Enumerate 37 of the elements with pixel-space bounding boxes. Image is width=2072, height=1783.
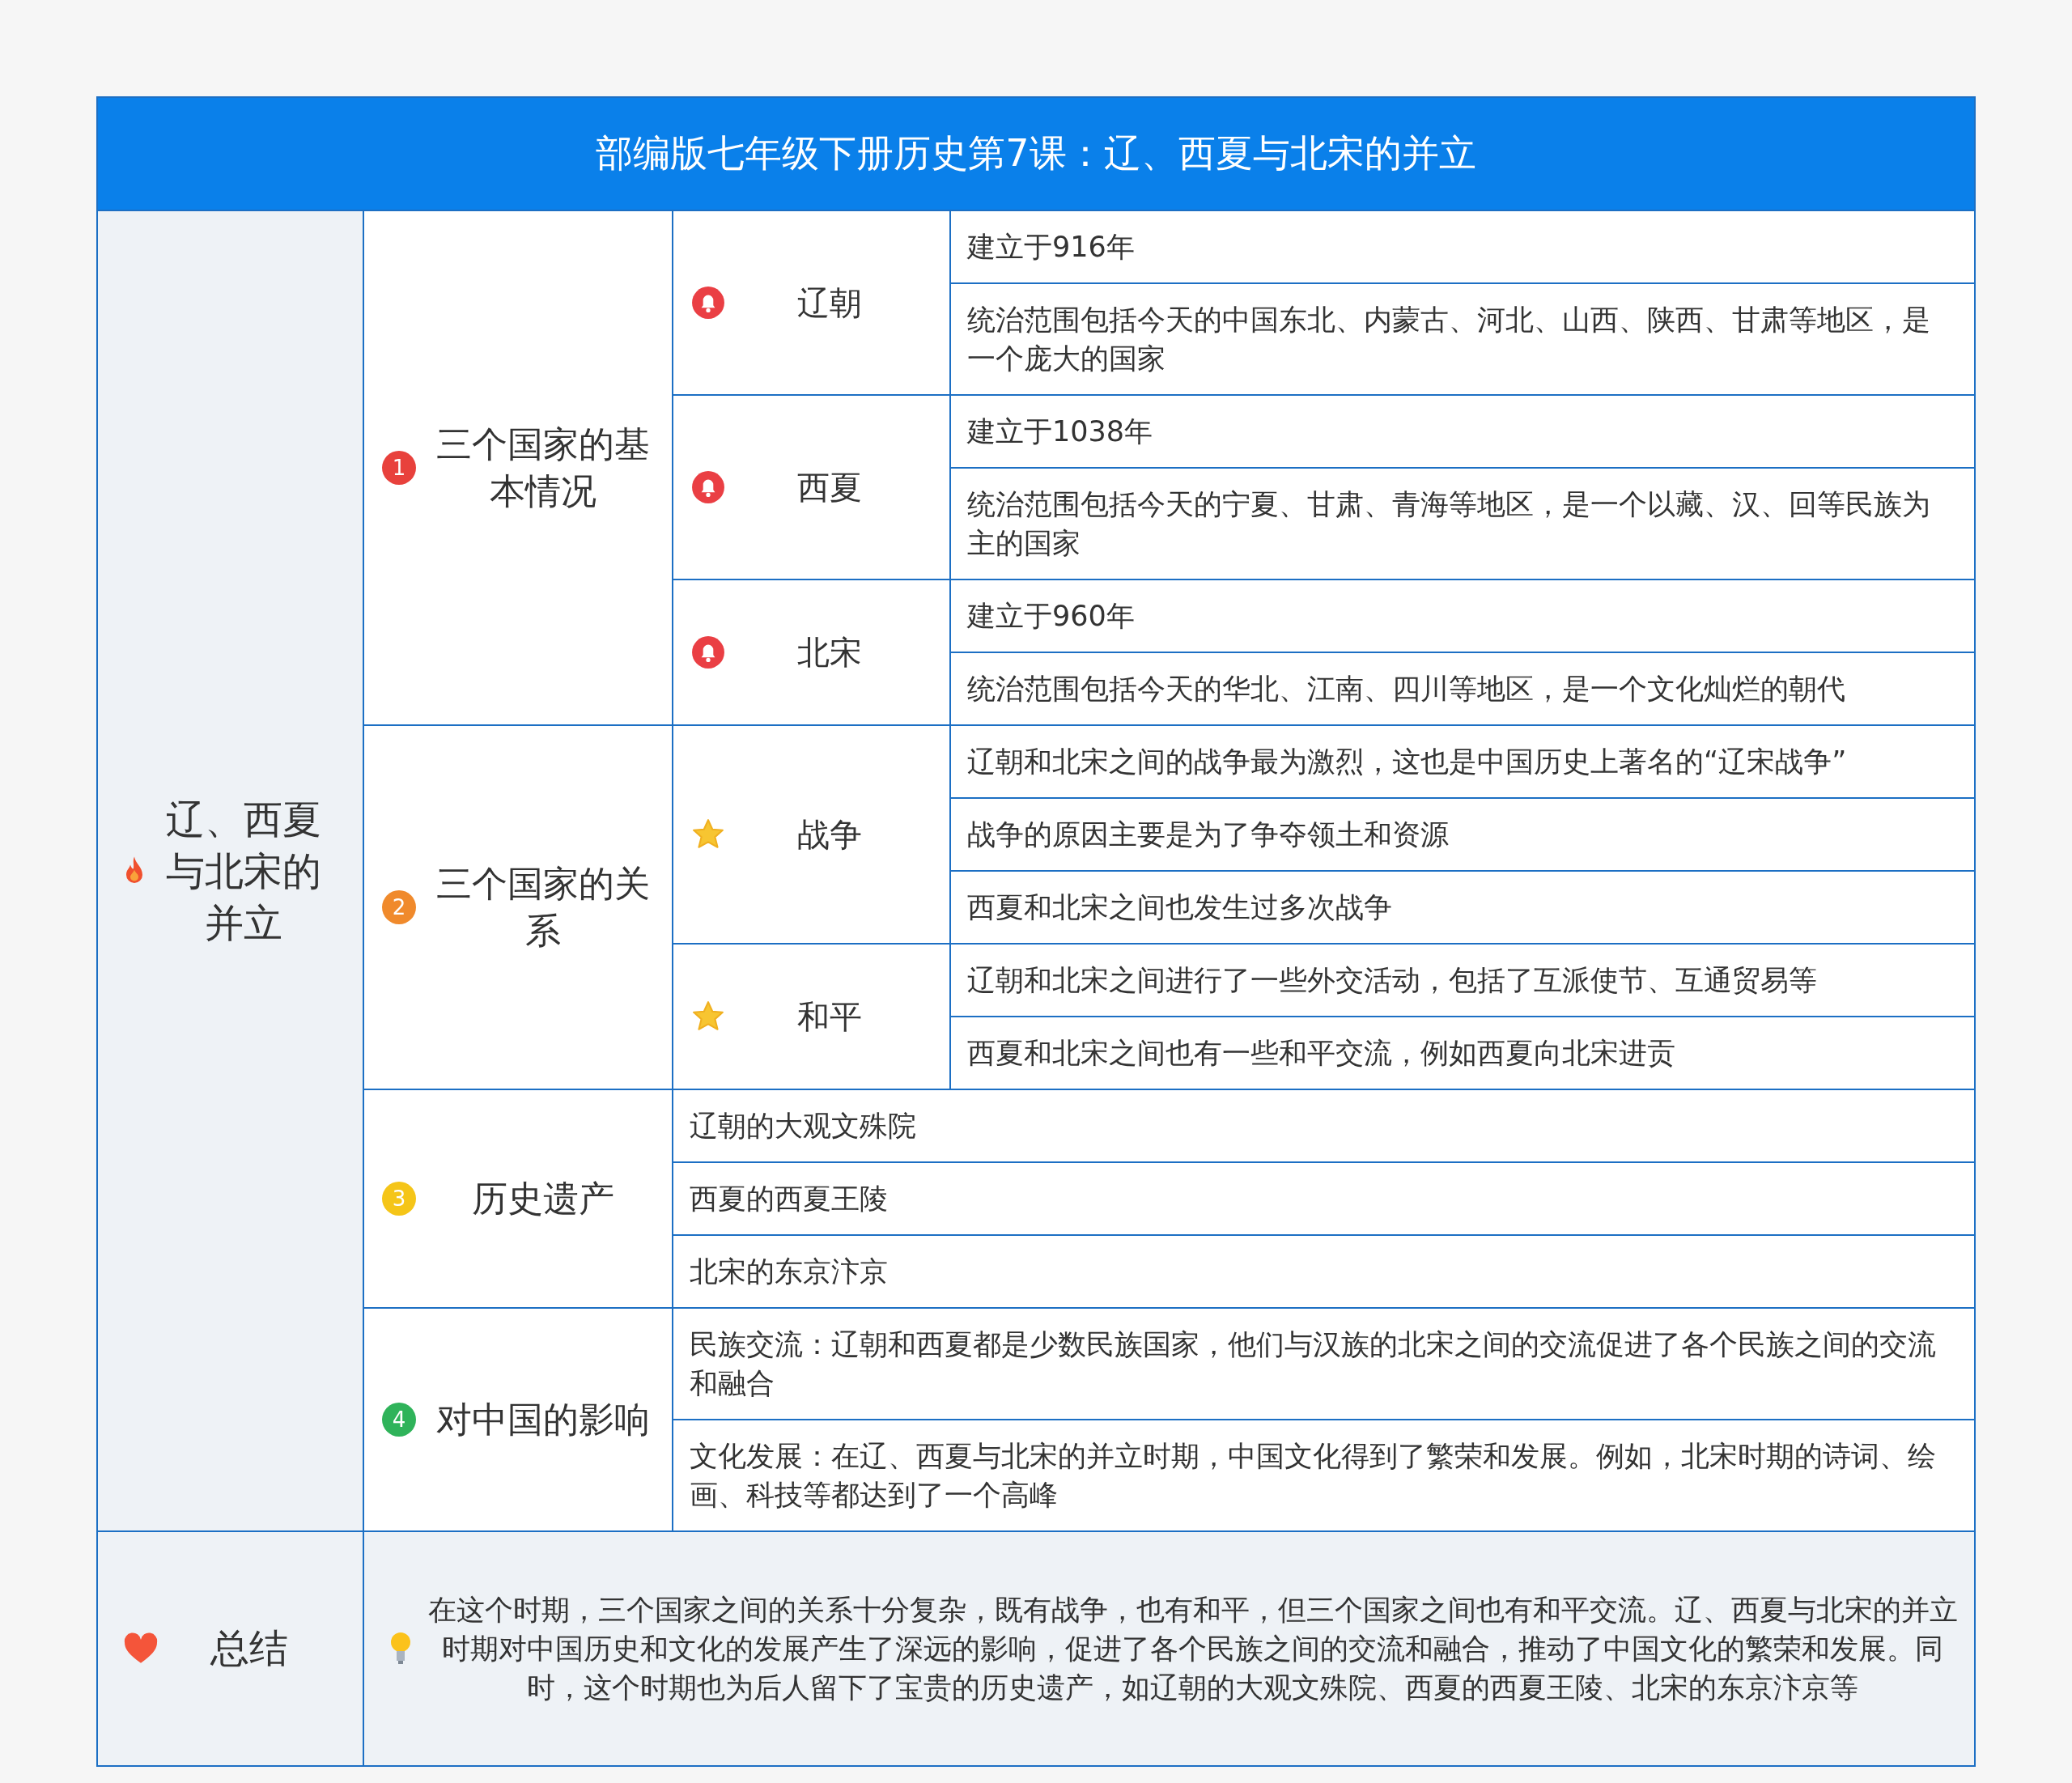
section-label: 三个国家的基本情况 [435,422,651,513]
table-cell-text: 建立于916年 [966,230,1136,265]
table-cell-text: 辽朝的大观文殊院 [689,1109,917,1144]
table-title: 部编版七年级下册历史第7课：辽、西夏与北宋的并立 [98,98,1974,210]
section-label: 三个国家的关系 [435,862,651,953]
number-badge: 3 [382,1182,416,1216]
number-badge: 4 [382,1403,416,1437]
group-label: 辽朝 [796,282,863,323]
table-cell: 统治范围包括今天的中国东北、内蒙古、河北、山西、陕西、甘肃等地区，是一个庞大的国家 [951,282,1974,394]
summary-text: 在这个时期，三个国家之间的关系十分复杂，既有战争，也有和平，但三个国家之间也有和平交流。辽、西夏与北宋的并立时期对中国历史和文化的发展产生了深远的影响，促进了各个民族之间的交流和融合，推动了中国文化的繁荣和发展。同时，这个时期也为后人留下了宝贵的历史遗产，如辽朝的大观文殊院、西夏的西夏王陵、北宋的东京汴京等 [427,1593,1958,1705]
group-label: 和平 [796,996,863,1037]
table-cell: 西夏和北宋之间也有一些和平交流，例如西夏向北宋进贡 [951,1016,1974,1089]
table-cell: 统治范围包括今天的宁夏、甘肃、青海等地区，是一个以藏、汉、回等民族为主的国家 [951,467,1974,579]
bell-icon [691,286,725,320]
number-badge: 2 [382,890,416,924]
group-label: 西夏 [796,467,863,507]
lightbulb-icon [388,1631,413,1666]
number-badge: 1 [382,451,416,485]
heart-icon [122,1632,159,1665]
table-cell-text: 辽朝和北宋之间的战争最为激烈，这也是中国历史上著名的“辽宋战争” [966,745,1848,779]
group-label: 北宋 [796,632,863,673]
bell-icon [691,635,725,669]
table-cell-text: 建立于960年 [966,599,1136,634]
table-cell: 西夏和北宋之间也发生过多次战争 [951,870,1974,943]
table-cell-text: 民族交流：辽朝和西夏都是少数民族国家，他们与汉族的北宋之间的交流促进了各个民族之间的交流和融合 [689,1327,1937,1401]
section-label: 对中国的影响 [435,1398,651,1441]
table-cell: 北宋的东京汴京 [673,1234,1974,1307]
summary-label: 总结 [209,1624,289,1672]
bell-icon [691,470,725,504]
section-label: 历史遗产 [471,1177,615,1221]
topic-label: 辽、西夏与北宋的并立 [165,796,322,947]
table-cell: 统治范围包括今天的华北、江南、四川等地区，是一个文化灿烂的朝代 [951,652,1974,724]
group-label: 战争 [796,814,863,855]
table-cell: 战争的原因主要是为了争夺领土和资源 [951,797,1974,870]
table-cell-text: 建立于1038年 [966,414,1154,449]
table-cell-text: 辽朝和北宋之间进行了一些外交活动，包括了互派使节、互通贸易等 [966,963,1818,998]
table-cell: 西夏的西夏王陵 [673,1161,1974,1234]
